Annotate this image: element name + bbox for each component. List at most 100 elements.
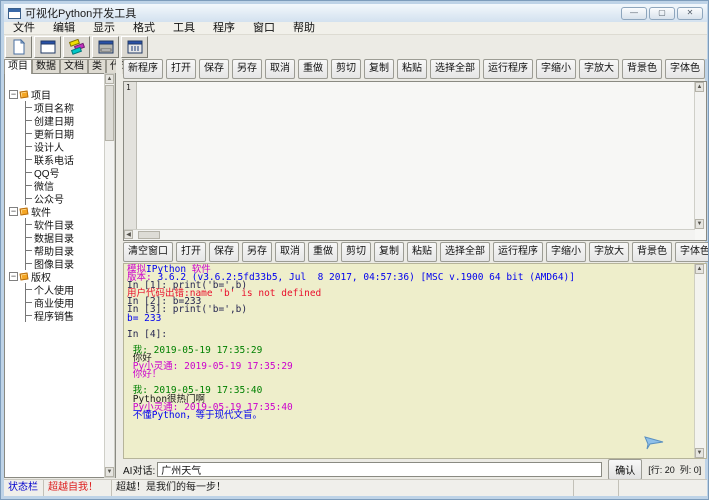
toolbar-button[interactable]: 打开 <box>176 242 206 262</box>
format-colors-button[interactable] <box>63 36 90 58</box>
toolbar-button[interactable]: 保存 <box>209 242 239 262</box>
scroll-down-icon[interactable]: ▼ <box>105 467 114 477</box>
menu-item[interactable]: 窗口 <box>244 22 284 35</box>
menu-item[interactable]: 帮助 <box>284 22 324 35</box>
collapse-icon[interactable]: − <box>9 90 18 99</box>
console-window-button[interactable] <box>92 36 119 58</box>
menu-item[interactable]: 编辑 <box>44 22 84 35</box>
tree-item[interactable]: 图像目录 <box>9 257 115 270</box>
console-output[interactable]: 模拟IPython 软件版本: 3.6.2 (v3.6.2:5fd33b5, J… <box>123 263 707 459</box>
toolbar-button[interactable]: 取消 <box>265 59 295 79</box>
tree-item[interactable]: QQ号 <box>9 166 115 179</box>
console-line: Py小灵通: 2019-05-19 17:35:29 <box>127 363 703 371</box>
toolbar-button[interactable]: 运行程序 <box>493 242 543 262</box>
scroll-up-icon[interactable]: ▲ <box>695 82 704 92</box>
left-pane-tabs: 项目数据文档类代码帮助 <box>4 59 120 74</box>
tree-item[interactable]: 程序销售 <box>9 309 115 322</box>
status-cell: 超越！是我们的每一步！ <box>112 480 574 496</box>
console-line: 你好！ <box>127 371 703 379</box>
maximize-button[interactable]: ▢ <box>649 7 675 20</box>
menu-item[interactable]: 程序 <box>204 22 244 35</box>
collapse-icon[interactable]: − <box>9 272 18 281</box>
menu-item[interactable]: 工具 <box>164 22 204 35</box>
console-line: In [3]: print('b=',b) <box>127 306 703 314</box>
editor-gutter: 1 <box>124 82 137 229</box>
scroll-up-icon[interactable]: ▲ <box>695 264 704 274</box>
toolbar-button[interactable]: 新程序 <box>123 59 163 79</box>
left-pane-tab[interactable]: 数据 <box>32 59 60 74</box>
toolbar-button[interactable]: 重做 <box>298 59 328 79</box>
console-segment: In [4]: <box>127 329 167 340</box>
scroll-up-icon[interactable]: ▲ <box>105 74 114 84</box>
toolbar-button[interactable]: 重做 <box>308 242 338 262</box>
console-window-icon <box>98 39 114 55</box>
grid-window-button[interactable] <box>121 36 148 58</box>
toolbar-button[interactable]: 粘贴 <box>397 59 427 79</box>
console-scrollbar[interactable]: ▲ ▼ <box>694 264 706 458</box>
left-pane-tab[interactable]: 项目 <box>4 59 32 74</box>
status-cell <box>619 480 664 496</box>
scroll-down-icon[interactable]: ▼ <box>695 219 704 229</box>
minimize-button[interactable]: — <box>621 7 647 20</box>
scroll-left-icon[interactable]: ◀ <box>124 230 133 239</box>
console-toolbar: 清空窗口打开保存另存取消重做剪切复制粘贴选择全部运行程序字缩小字放大背景色字体色 <box>123 241 707 263</box>
console-line: In [4]: <box>127 331 703 339</box>
menu-item[interactable]: 显示 <box>84 22 124 35</box>
left-pane-tab[interactable]: 文档 <box>60 59 88 74</box>
toolbar-button[interactable]: 背景色 <box>632 242 672 262</box>
toolbar-button[interactable]: 字缩小 <box>546 242 586 262</box>
window-icon <box>40 39 56 55</box>
toolbar-button[interactable]: 保存 <box>199 59 229 79</box>
tree-item[interactable]: 联系电话 <box>9 153 115 166</box>
tree-connector <box>25 114 33 127</box>
editor-vscrollbar[interactable]: ▲ ▼ <box>694 82 706 229</box>
confirm-button[interactable]: 确认 <box>608 459 642 480</box>
menu-bar: 文件编辑显示格式工具程序窗口帮助 <box>4 22 707 35</box>
code-editor[interactable]: 1 ▲ ▼ ◀ <box>123 81 707 241</box>
title-bar[interactable]: 可视化Python开发工具 — ▢ ✕ <box>4 4 707 22</box>
close-button[interactable]: ✕ <box>677 7 703 20</box>
tree-scrollbar[interactable]: ▲ ▼ <box>104 73 115 478</box>
toolbar-button[interactable]: 粘贴 <box>407 242 437 262</box>
toolbar-button[interactable]: 背景色 <box>622 59 662 79</box>
toolbar-button[interactable]: 取消 <box>275 242 305 262</box>
left-pane-tab[interactable]: 类 <box>88 59 106 74</box>
toolbar-button[interactable]: 字体色 <box>665 59 705 79</box>
menu-item[interactable]: 格式 <box>124 22 164 35</box>
pane-splitter[interactable] <box>116 59 122 478</box>
collapse-icon[interactable]: − <box>9 207 18 216</box>
toolbar-button[interactable]: 剪切 <box>341 242 371 262</box>
toolbar-button[interactable]: 选择全部 <box>430 59 480 79</box>
tree-connector <box>25 140 33 153</box>
toolbar-button[interactable]: 字放大 <box>589 242 629 262</box>
menu-item[interactable]: 文件 <box>4 22 44 35</box>
toolbar-button[interactable]: 另存 <box>242 242 272 262</box>
console-line <box>127 323 703 331</box>
toolbar-button[interactable]: 运行程序 <box>483 59 533 79</box>
toolbar-button[interactable]: 剪切 <box>331 59 361 79</box>
tree-item[interactable]: 公众号 <box>9 192 115 205</box>
toolbar-button[interactable]: 清空窗口 <box>123 242 173 262</box>
toolbar-button[interactable]: 字缩小 <box>536 59 576 79</box>
scroll-down-icon[interactable]: ▼ <box>695 448 704 458</box>
window-view-button[interactable] <box>34 36 61 58</box>
console-line: 我: 2019-05-19 17:35:29 <box>127 347 703 355</box>
toolbar-button[interactable]: 字放大 <box>579 59 619 79</box>
toolbar-button[interactable]: 选择全部 <box>440 242 490 262</box>
tree-connector <box>25 127 33 140</box>
scroll-thumb[interactable] <box>138 231 160 239</box>
toolbar-button[interactable]: 字体色 <box>675 242 709 262</box>
toolbar-button[interactable]: 复制 <box>364 59 394 79</box>
toolbar-button[interactable]: 打开 <box>166 59 196 79</box>
toolbar-button[interactable]: 另存 <box>232 59 262 79</box>
ai-dialog-input[interactable] <box>157 462 602 477</box>
tree-connector <box>25 231 33 244</box>
tree-connector <box>25 244 33 257</box>
editor-hscrollbar[interactable]: ◀ <box>124 229 695 240</box>
editor-toolbar: 新程序打开保存另存取消重做剪切复制粘贴选择全部运行程序字缩小字放大背景色字体色 <box>123 58 707 80</box>
status-cell: 超越自我！ <box>44 480 112 496</box>
toolbar-button[interactable]: 复制 <box>374 242 404 262</box>
new-file-button[interactable] <box>5 36 32 58</box>
status-cell <box>574 480 619 496</box>
scroll-thumb[interactable] <box>105 85 114 141</box>
